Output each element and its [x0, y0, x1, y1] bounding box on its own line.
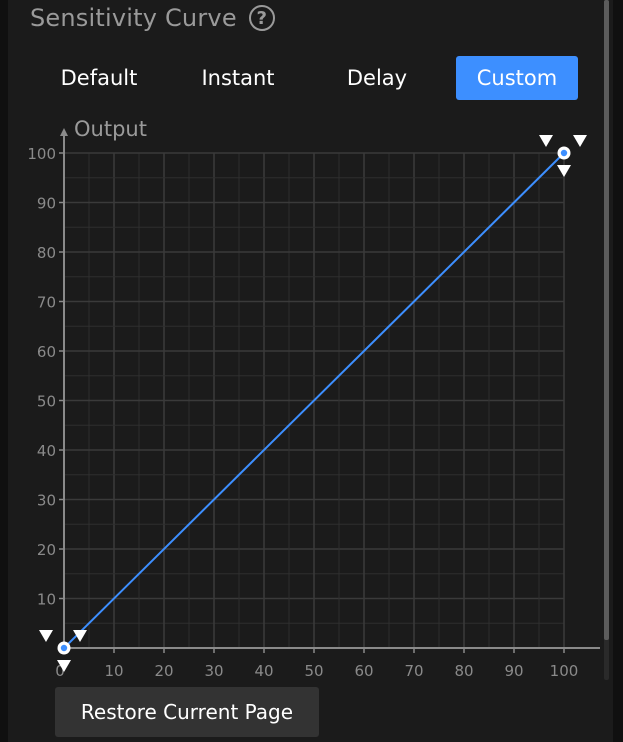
x-tick-label: 100: [550, 662, 579, 680]
x-tick-label: 20: [154, 662, 173, 680]
tab-default[interactable]: Default: [38, 56, 160, 100]
control-point-dot[interactable]: [60, 644, 68, 652]
y-tick-label: 30: [37, 492, 56, 510]
curve-preset-tabs: Default Instant Delay Custom: [0, 56, 623, 100]
x-tick-label: 50: [304, 662, 323, 680]
x-tick-label: 10: [104, 662, 123, 680]
page-title: Sensitivity Curve: [30, 4, 237, 32]
x-tick-label: 60: [354, 662, 373, 680]
header: Sensitivity Curve ?: [30, 2, 275, 34]
tab-instant[interactable]: Instant: [177, 56, 299, 100]
drag-arrow-icon[interactable]: [573, 135, 587, 147]
scrollbar-thumb[interactable]: [604, 0, 609, 640]
control-point-dot[interactable]: [560, 149, 568, 157]
y-tick-label: 100: [27, 145, 56, 163]
drag-arrow-icon[interactable]: [539, 135, 553, 147]
y-axis-title: Output: [74, 117, 147, 141]
y-tick-label: 20: [37, 541, 56, 559]
drag-arrow-icon[interactable]: [557, 165, 571, 177]
x-tick-label: 30: [204, 662, 223, 680]
x-tick-label: 80: [454, 662, 473, 680]
y-tick-label: 60: [37, 343, 56, 361]
y-tick-label: 10: [37, 591, 56, 609]
y-tick-label: 50: [37, 393, 56, 411]
y-tick-label: 40: [37, 442, 56, 460]
x-tick-label: 70: [404, 662, 423, 680]
y-tick-label: 70: [37, 294, 56, 312]
tab-custom[interactable]: Custom: [456, 56, 578, 100]
sensitivity-chart: Output 10 20 30 40 50 60 70 80 90 100 10 20 30 40 50 60 7…: [0, 110, 608, 684]
y-tick-label: 90: [37, 195, 56, 213]
restore-current-page-button[interactable]: Restore Current Page: [55, 687, 319, 737]
drag-arrow-icon[interactable]: [39, 630, 53, 642]
x-tick-label: 90: [504, 662, 523, 680]
y-axis-arrow-icon: [60, 128, 68, 136]
help-icon[interactable]: ?: [248, 5, 275, 31]
tab-delay[interactable]: Delay: [316, 56, 438, 100]
x-tick-label: 40: [254, 662, 273, 680]
chart-svg: Output 10 20 30 40 50 60 70 80 90 100 10 20 30 40 50 60 7…: [27, 117, 608, 680]
y-tick-label: 80: [37, 244, 56, 262]
